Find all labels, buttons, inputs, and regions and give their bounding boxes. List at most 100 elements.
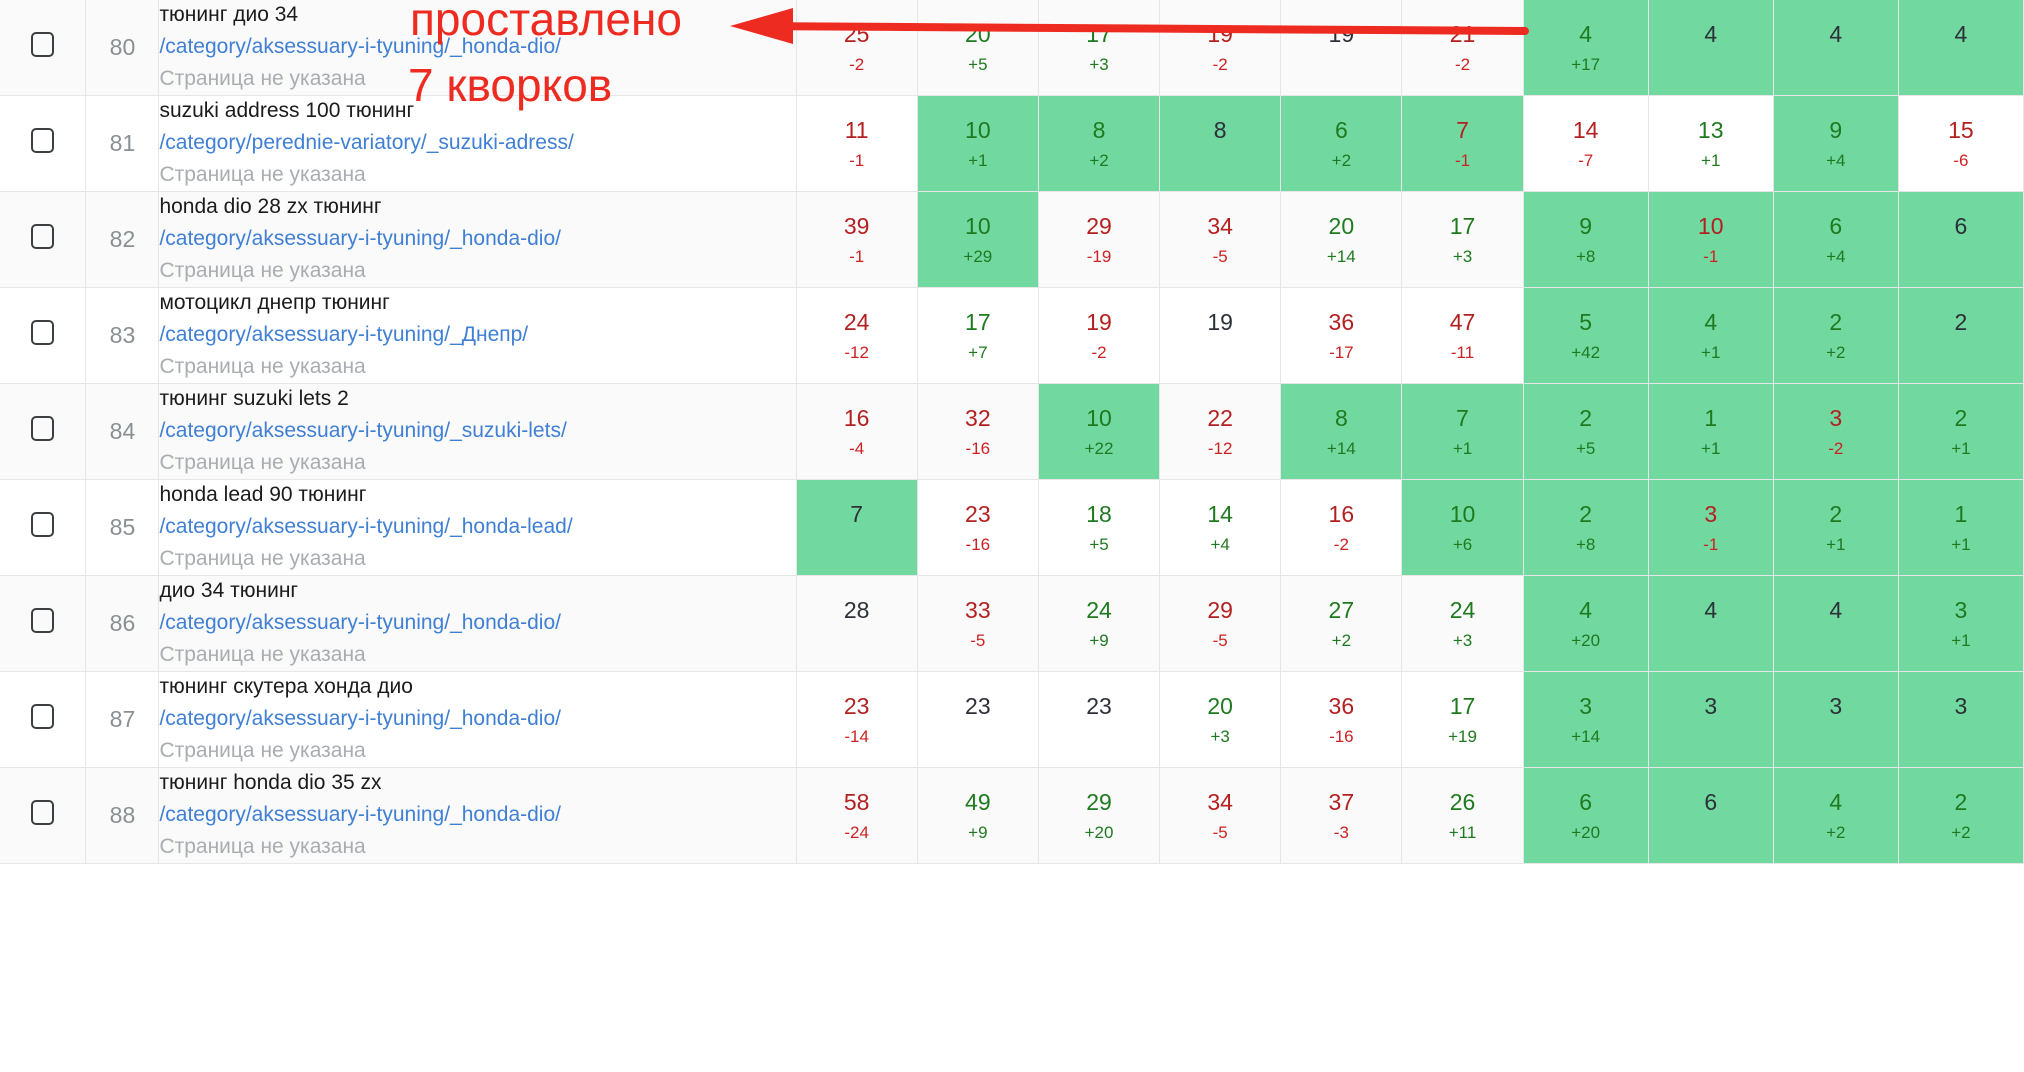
metric-delta: +42: [1571, 342, 1601, 362]
keyword-url-link[interactable]: /category/perednie-variatory/_suzuki-adr…: [159, 126, 795, 159]
row-index: 80: [85, 0, 160, 96]
row-select-cell[interactable]: [0, 383, 87, 480]
metric-value: 20: [965, 21, 991, 48]
metric-delta: -5: [970, 630, 986, 650]
keyword-page-note: Страница не указана: [159, 739, 366, 762]
metric-cell: 19: [1159, 287, 1282, 384]
row-index: 81: [85, 95, 160, 192]
metric-cell: 4: [1773, 575, 1899, 672]
metric-delta: +4: [1210, 534, 1230, 554]
keyword-url-link[interactable]: /category/aksessuary-i-tyuning/_honda-di…: [159, 606, 795, 639]
row-select-cell[interactable]: [0, 671, 87, 768]
keyword-url-link[interactable]: /category/aksessuary-i-tyuning/_honda-di…: [159, 702, 795, 735]
metric-cell: 3 -1: [1648, 479, 1774, 576]
metric-delta: +2: [1089, 150, 1109, 170]
metric-cell: 9 +4: [1773, 95, 1899, 192]
metric-cell: 20 +3: [1159, 671, 1282, 768]
metric-value: 49: [965, 789, 991, 816]
row-checkbox[interactable]: [31, 800, 55, 825]
metric-delta: -11: [1450, 342, 1475, 362]
metric-value: 6: [1334, 117, 1348, 144]
metric-cell: 3: [1648, 671, 1774, 768]
metric-cell: 4: [1898, 0, 2024, 96]
metric-value: 16: [1328, 501, 1355, 528]
metric-value: 3: [1954, 597, 1968, 624]
metric-delta: -1: [1703, 534, 1719, 554]
metric-value: 20: [1207, 693, 1233, 720]
keyword-url-link[interactable]: /category/aksessuary-i-tyuning/_Днепр/: [159, 318, 795, 351]
row-select-cell[interactable]: [0, 479, 87, 576]
keyword-rankings-screen: 80 тюнинг дио 34/category/aksessuary-i-ty…: [0, 0, 2024, 1072]
metric-delta: [1899, 239, 2023, 266]
metric-value: 7: [1456, 405, 1469, 432]
keyword-cell: мотоцикл днепр тюнинг/category/aksessuar…: [158, 287, 797, 384]
metric-delta: -5: [1212, 630, 1228, 650]
keyword-page-note: Страница не указана: [159, 451, 366, 474]
row-checkbox[interactable]: [31, 128, 55, 153]
metric-value: 2: [1954, 309, 1968, 336]
row-checkbox[interactable]: [31, 512, 55, 537]
metric-cell: 16 -4: [796, 383, 918, 480]
metric-delta: -1: [1703, 246, 1719, 266]
metric-delta: +2: [1826, 822, 1846, 842]
metric-value: 5: [1579, 309, 1593, 336]
metric-cell: 29 -5: [1159, 575, 1282, 672]
keyword-url-link[interactable]: /category/aksessuary-i-tyuning/_honda-di…: [159, 222, 795, 255]
metric-cell: 4 +17: [1523, 0, 1649, 96]
row-checkbox[interactable]: [31, 320, 55, 345]
metric-cell: 7 -1: [1401, 95, 1524, 192]
row-index: 88: [85, 767, 160, 864]
metric-cell: 17 +19: [1401, 671, 1524, 768]
keyword-cell: honda lead 90 тюнинг/category/aksessuary…: [158, 479, 797, 576]
keyword-url-link[interactable]: /category/aksessuary-i-tyuning/_honda-le…: [159, 510, 795, 543]
metric-delta: -12: [844, 342, 869, 362]
keyword-phrase: honda dio 28 zx тюнинг: [159, 195, 382, 218]
metric-delta: +1: [1701, 342, 1721, 362]
keyword-url-link[interactable]: /category/aksessuary-i-tyuning/_honda-di…: [159, 798, 795, 831]
metric-value: 23: [843, 693, 870, 720]
row-select-cell[interactable]: [0, 191, 87, 288]
row-select-cell[interactable]: [0, 575, 87, 672]
metric-value: 29: [1086, 213, 1112, 240]
row-checkbox[interactable]: [31, 224, 55, 249]
metric-value: 2: [1954, 405, 1968, 432]
metric-delta: +2: [1331, 150, 1352, 170]
metric-cell: 4: [1648, 575, 1774, 672]
row-select-cell[interactable]: [0, 95, 87, 192]
metric-value: 4: [1704, 309, 1718, 336]
metric-cell: 4 +1: [1648, 287, 1774, 384]
metric-value: 15: [1948, 117, 1974, 144]
metric-value: 36: [1328, 693, 1355, 720]
metric-cell: 29 -19: [1038, 191, 1161, 288]
metric-delta: +2: [1951, 822, 1971, 842]
metric-cell: 2 +2: [1773, 287, 1899, 384]
metric-value: 34: [1207, 213, 1233, 240]
row-checkbox[interactable]: [31, 416, 55, 441]
metric-cell: 20 +14: [1280, 191, 1403, 288]
row-checkbox[interactable]: [31, 32, 55, 57]
metric-cell: 10 +1: [917, 95, 1039, 192]
row-checkbox[interactable]: [31, 608, 55, 633]
metric-value: 3: [1579, 693, 1593, 720]
row-checkbox[interactable]: [31, 704, 55, 729]
row-select-cell[interactable]: [0, 0, 87, 96]
metric-value: 33: [965, 597, 991, 624]
metric-cell: 2 +8: [1523, 479, 1649, 576]
metric-cell: 16 -2: [1280, 479, 1403, 576]
table-row: 84 тюнинг suzuki lets 2/category/aksessua…: [0, 383, 2024, 480]
metric-delta: [1774, 47, 1898, 74]
keyword-cell: тюнинг honda dio 35 zx/category/aksessua…: [158, 767, 797, 864]
metric-cell: 10 +29: [917, 191, 1039, 288]
metric-value: 24: [843, 309, 870, 336]
row-select-cell[interactable]: [0, 767, 87, 864]
keyword-url-link[interactable]: /category/aksessuary-i-tyuning/_suzuki-l…: [159, 414, 795, 447]
metric-delta: -12: [1207, 438, 1233, 458]
metric-value: 3: [1704, 501, 1718, 528]
metric-delta: +2: [1826, 342, 1846, 362]
metric-delta: +1: [1951, 438, 1971, 458]
metric-cell: 19 -2: [1159, 0, 1282, 96]
metric-cell: 13 +1: [1648, 95, 1774, 192]
metric-cell: 26 +11: [1401, 767, 1524, 864]
row-select-cell[interactable]: [0, 287, 87, 384]
metric-cell: 34 -5: [1159, 191, 1282, 288]
